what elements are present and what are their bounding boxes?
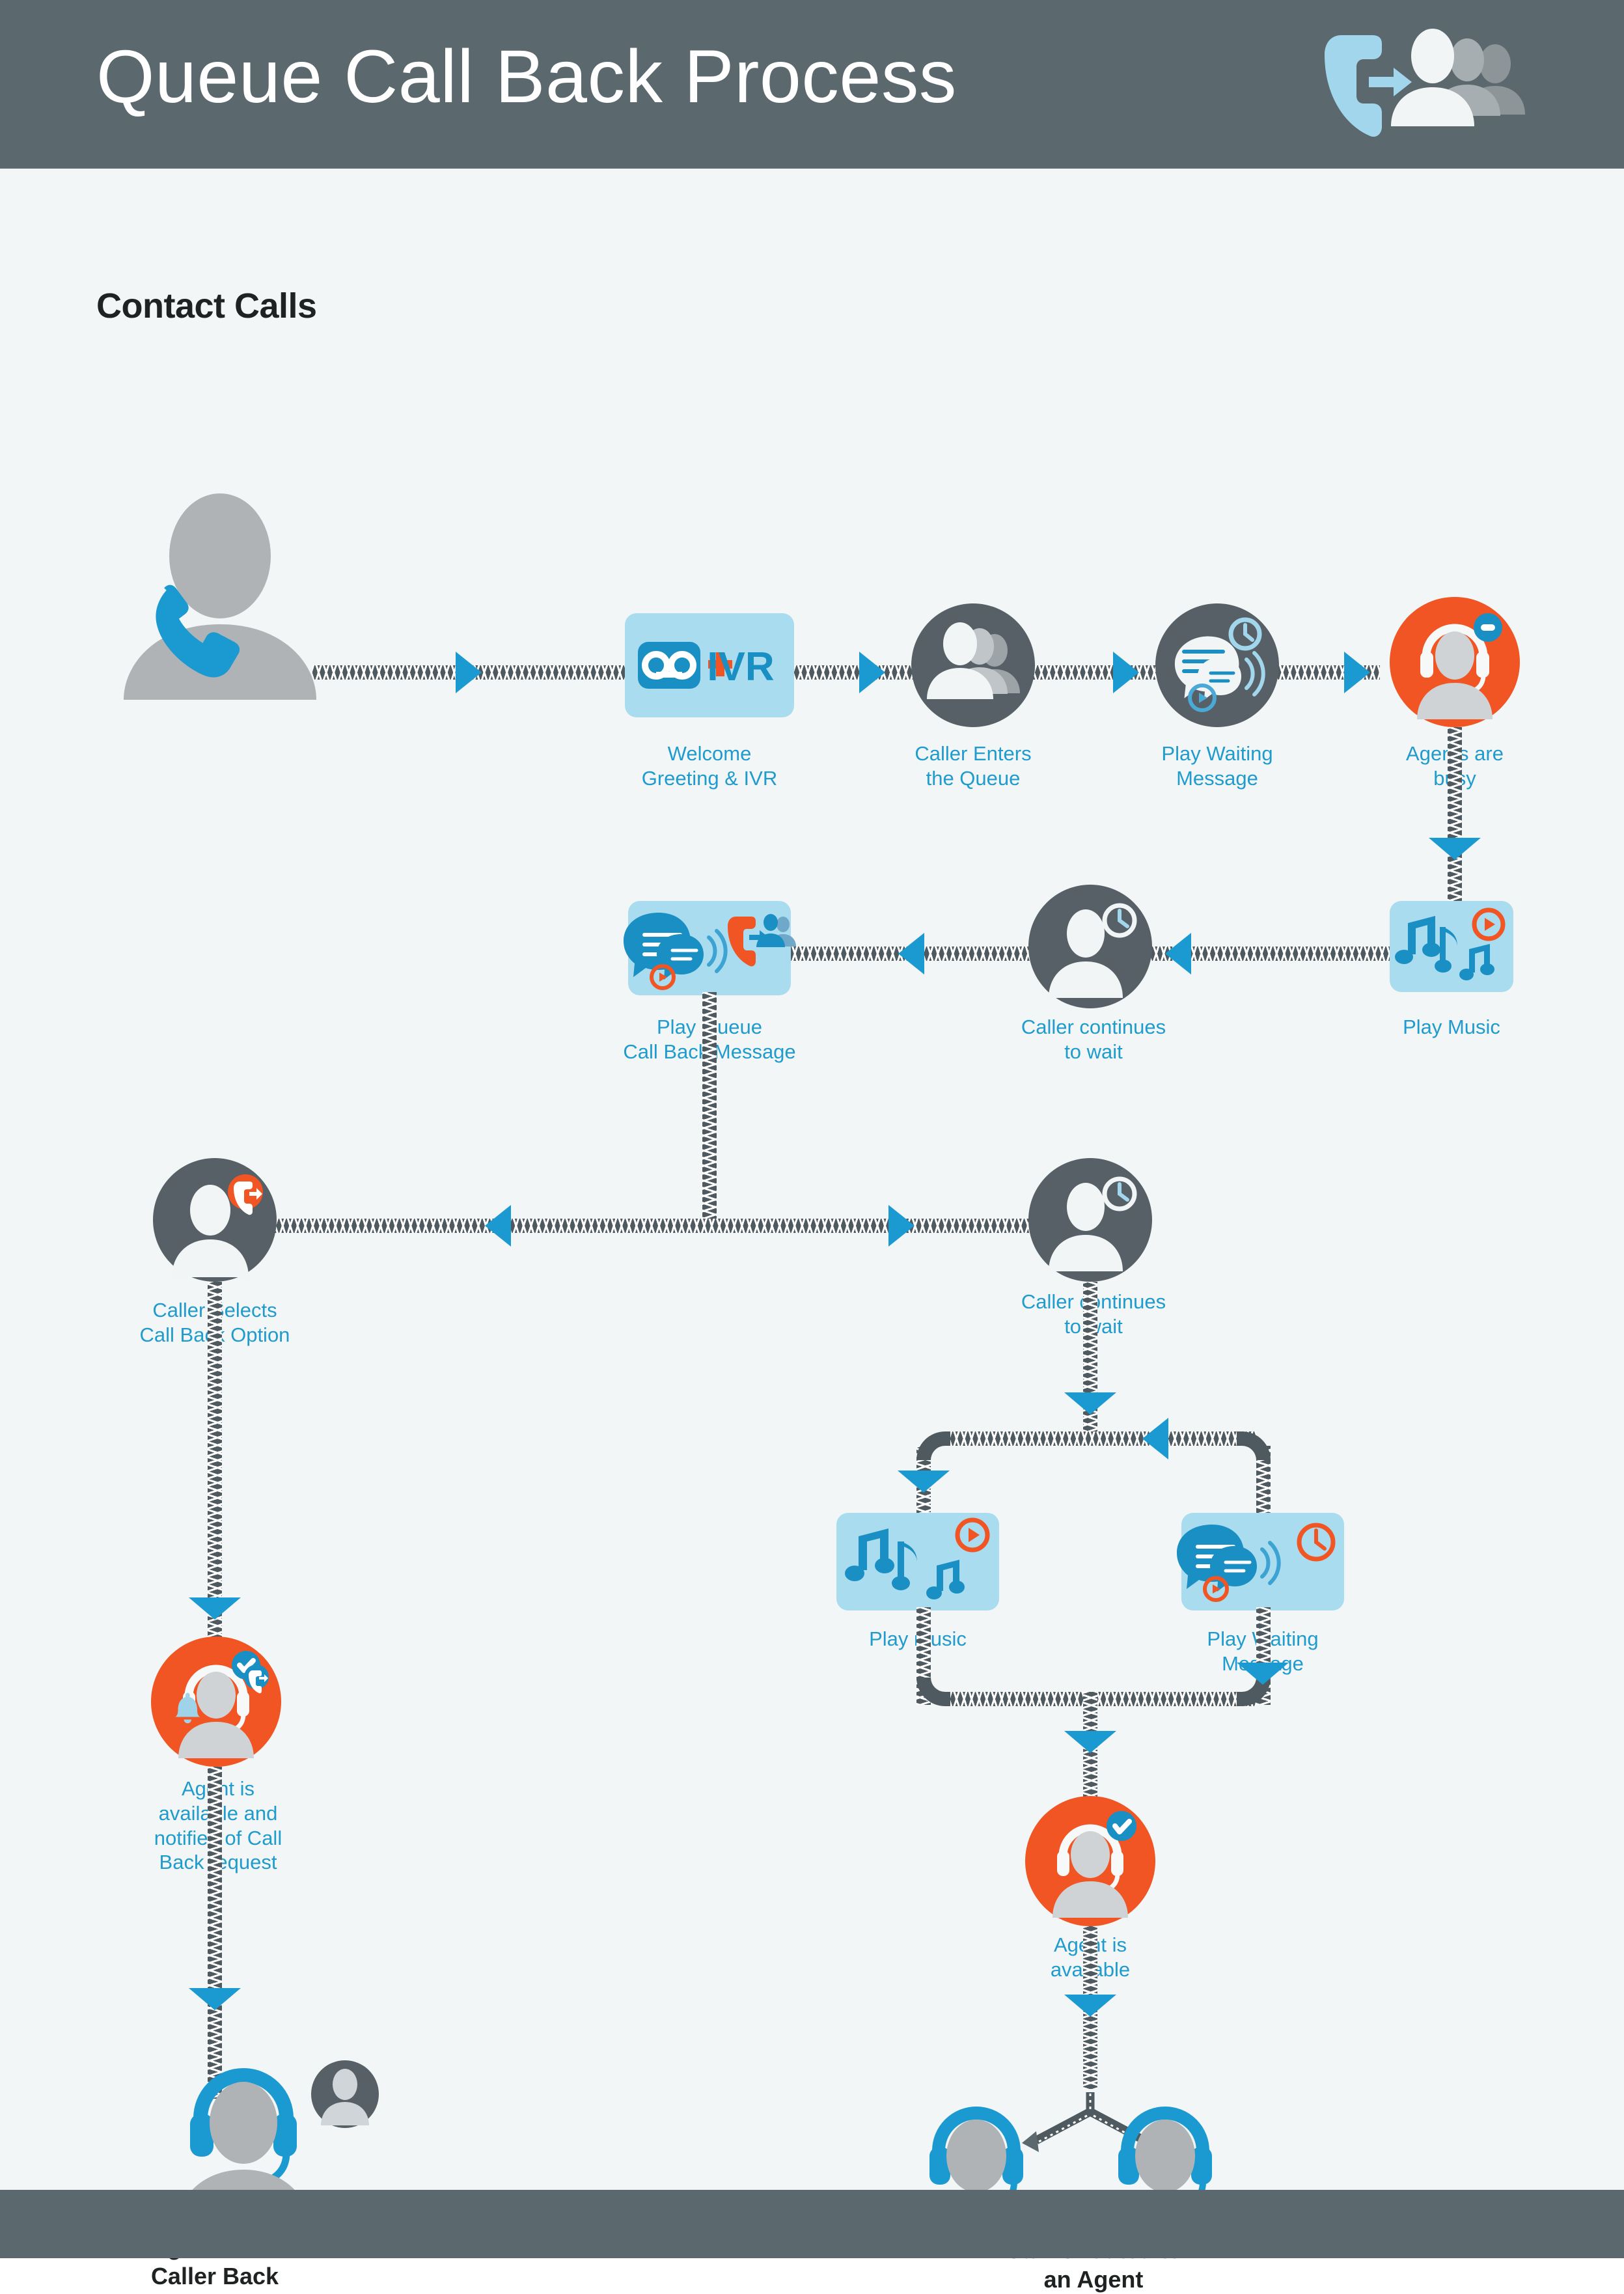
arrow-to-callback-message [898, 933, 924, 974]
arrow-to-waiting-message [1113, 652, 1139, 693]
phone-to-people-icon [1318, 26, 1533, 140]
page-title: Queue Call Back Process [96, 35, 957, 118]
music-notes-play-icon [845, 1517, 990, 1599]
voicemail-plus-ivr-icon: IVR [638, 642, 775, 689]
agent-headset-minus-icon [1417, 613, 1502, 719]
agent-headset-check-icon [1053, 1811, 1136, 1918]
caller-enters-queue-label: Caller Enters the Queue [915, 742, 1032, 790]
play-queue-callback-message-node[interactable] [624, 901, 796, 995]
connector-loop-corner-tl [916, 1431, 950, 1460]
arrow-to-play-music-2 [898, 1471, 950, 1493]
caller-waits-2-node[interactable] [1028, 1158, 1152, 1282]
arrow-to-loop [1064, 1392, 1116, 1415]
contact-caller-icon [104, 493, 338, 700]
connector-selects-to-agent [208, 1282, 222, 1646]
arrow-to-ivr [456, 652, 482, 693]
agent-available-notified-node[interactable] [151, 1637, 281, 1767]
arrow-to-play-music [1429, 838, 1481, 860]
play-music-1-node[interactable] [1390, 901, 1513, 992]
page-header: Queue Call Back Process [0, 0, 1624, 169]
connector-callback-down [702, 992, 717, 1226]
connector-loop-top [950, 1431, 1256, 1446]
speech-bubbles-callback-play-icon [624, 913, 796, 990]
svg-text:IVR: IVR [707, 644, 774, 689]
agent-headset-check-phone-bell-icon [175, 1651, 269, 1758]
connector-loop-bottom [950, 1692, 1256, 1706]
connector-loop-corner-tr [1237, 1431, 1271, 1460]
music-notes-play-icon [1395, 907, 1506, 980]
welcome-ivr-node[interactable]: IVR [625, 613, 794, 717]
diagram-canvas: Contact Calls IVR Welcome Greeting & IVR [0, 169, 1624, 2293]
group-of-people-icon [927, 622, 1020, 699]
speech-bubbles-clock-play-icon [1174, 617, 1265, 712]
arrow-to-agents-busy [1344, 652, 1370, 693]
arrow-to-agent-calls-back [189, 1988, 241, 2010]
person-clock-icon [1049, 1176, 1137, 1271]
person-clock-icon [1049, 903, 1137, 998]
arrow-to-queue [859, 652, 885, 693]
play-waiting-message-1-node[interactable] [1155, 603, 1279, 727]
arrow-split-to-agents [1064, 1995, 1116, 2017]
speech-bubbles-clock-play-icon [1177, 1523, 1336, 1602]
person-phone-callback-icon [172, 1174, 263, 1277]
arrow-loop-down-right [1237, 1663, 1289, 1685]
arrow-to-caller-selects-callback [485, 1205, 511, 1247]
play-waiting-message-2-node[interactable] [1177, 1513, 1344, 1610]
play-music-2-node[interactable] [836, 1513, 999, 1610]
welcome-ivr-label: Welcome Greeting & IVR [641, 742, 778, 790]
arrow-loop-return [1142, 1418, 1168, 1459]
caller-enters-queue-node[interactable] [911, 603, 1035, 727]
play-music-1-label: Play Music [1403, 1016, 1500, 1038]
arrow-to-caller-waits-2 [888, 1205, 915, 1247]
arrow-to-agent-available [1064, 1731, 1116, 1753]
page-footer [0, 2190, 1624, 2258]
section-title: Contact Calls [96, 286, 317, 325]
caller-waits-1-label: Caller continues to wait [1021, 1016, 1166, 1063]
arrow-to-caller-waits-1 [1165, 933, 1191, 974]
arrow-to-agent-notified [189, 1597, 241, 1620]
caller-selects-callback-node[interactable] [153, 1158, 277, 1282]
connector-busy-to-music [1448, 727, 1462, 916]
agents-busy-node[interactable] [1390, 597, 1520, 727]
caller-waits-1-node[interactable] [1028, 885, 1152, 1008]
connector-row3 [254, 1219, 1139, 1233]
agent-available-node[interactable] [1025, 1796, 1155, 1926]
play-waiting-message-1-label: Play Waiting Message [1161, 742, 1273, 790]
